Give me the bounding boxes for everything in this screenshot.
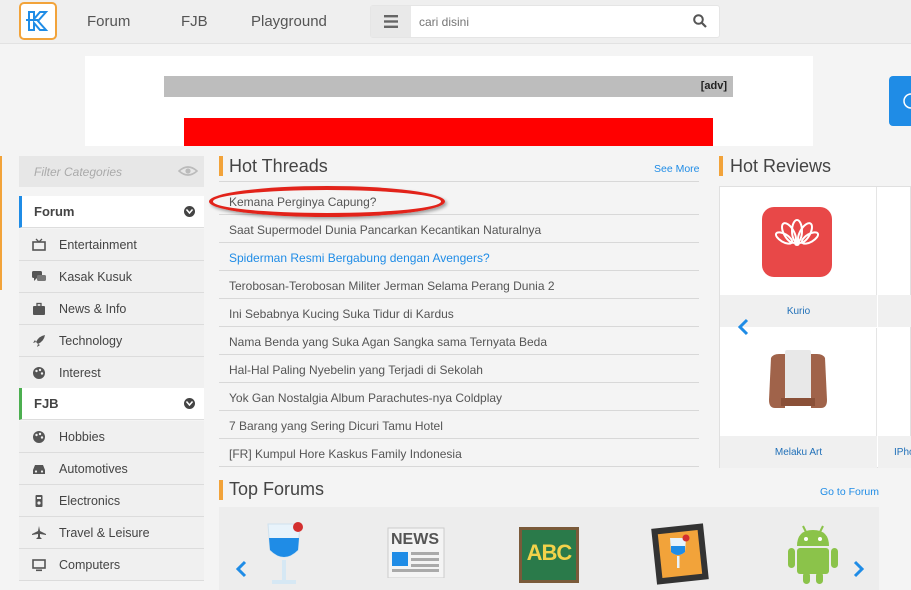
search-bar xyxy=(370,5,720,38)
thread-item[interactable]: Ini Sebabnya Kucing Suka Tidur di Kardus xyxy=(219,299,699,327)
section-accent xyxy=(719,156,723,176)
search-input[interactable] xyxy=(419,13,679,30)
sidebar-item-automotives[interactable]: Automotives xyxy=(19,453,204,485)
kaskus-k-icon xyxy=(26,11,49,31)
red-highlight-circle xyxy=(209,186,445,217)
edit-icon xyxy=(903,93,911,109)
see-more-link[interactable]: See More xyxy=(654,163,700,175)
kurio-fan-icon xyxy=(774,219,820,246)
sidebar-item-kasak-kusuk[interactable]: Kasak Kusuk xyxy=(19,261,204,293)
eye-icon[interactable] xyxy=(178,165,198,177)
thread-item[interactable]: 7 Barang yang Sering Dicuri Tamu Hotel xyxy=(219,411,699,439)
review-name-partial-empty xyxy=(878,295,911,327)
section-accent xyxy=(219,156,223,176)
chat-icon xyxy=(32,271,46,281)
kurio-logo: KURIO xyxy=(762,207,886,277)
floating-side-button[interactable] xyxy=(889,76,911,126)
category-group-title: FJB xyxy=(34,396,59,411)
chevron-down-icon[interactable] xyxy=(184,398,195,409)
section-accent xyxy=(219,480,223,500)
news-icon-text: NEWS xyxy=(391,531,439,548)
thread-item[interactable]: Terobosan-Terobosan Militer Jerman Selam… xyxy=(219,271,699,299)
device-icon xyxy=(35,495,43,507)
wooden-stand-icon xyxy=(769,350,827,408)
nav-playground-link[interactable]: Playground xyxy=(251,13,327,30)
reviews-prev-arrow-icon[interactable] xyxy=(737,318,749,336)
search-icon[interactable] xyxy=(693,14,707,28)
wine-glass-icon[interactable] xyxy=(262,520,312,590)
abc-board-icon[interactable]: ABC xyxy=(519,527,579,583)
sidebar-item-hobbies[interactable]: Hobbies xyxy=(19,421,204,453)
nav-forum-link[interactable]: Forum xyxy=(87,13,130,30)
filter-placeholder: Filter Categories xyxy=(34,165,123,179)
sidebar-item-news-info[interactable]: News & Info xyxy=(19,293,204,325)
ad-label-bar: [adv] xyxy=(164,76,733,97)
ad-banner[interactable] xyxy=(184,118,713,146)
ad-label: [adv] xyxy=(700,80,727,92)
chevron-down-icon[interactable] xyxy=(184,206,195,217)
tv-icon xyxy=(32,238,46,251)
go-to-forum-link[interactable]: Go to Forum xyxy=(820,486,879,498)
plane-icon xyxy=(32,526,46,539)
category-group-forum[interactable]: Forum xyxy=(19,196,204,228)
briefcase-icon xyxy=(33,302,45,315)
sidebar-item-technology[interactable]: Technology xyxy=(19,325,204,357)
sidebar-item-computers[interactable]: Computers xyxy=(19,549,204,581)
category-group-title: Forum xyxy=(34,204,75,219)
review-name-partial[interactable]: IPho xyxy=(878,436,911,468)
nav-fjb-link[interactable]: FJB xyxy=(181,13,208,30)
rocket-icon xyxy=(33,335,45,347)
forums-next-arrow-icon[interactable] xyxy=(853,560,865,578)
thread-item[interactable]: [FR] Kumpul Hore Kaskus Family Indonesia xyxy=(219,439,699,467)
divider xyxy=(219,181,699,182)
thread-item[interactable]: Hal-Hal Paling Nyebelin yang Terjadi di … xyxy=(219,355,699,383)
news-icon[interactable]: NEWS xyxy=(386,526,446,578)
left-accent-bar xyxy=(0,156,2,290)
review-card-melaku-art[interactable] xyxy=(720,328,877,436)
review-card-kurio[interactable]: KURIO xyxy=(720,187,886,295)
abc-board-text: ABC xyxy=(526,540,573,565)
forums-prev-arrow-icon[interactable] xyxy=(235,560,247,578)
category-group-fjb[interactable]: FJB xyxy=(19,388,204,420)
kurio-logo-text: KURIO xyxy=(846,257,888,269)
hot-reviews-title: Hot Reviews xyxy=(730,156,832,176)
monitor-icon xyxy=(32,559,46,572)
palette-icon xyxy=(33,431,45,443)
picture-frame-icon[interactable] xyxy=(648,522,712,586)
sidebar-item-electronics[interactable]: Electronics xyxy=(19,485,204,517)
car-icon xyxy=(33,465,45,474)
menu-icon[interactable] xyxy=(371,6,411,37)
kaskus-logo[interactable] xyxy=(19,2,57,40)
palette-icon xyxy=(33,367,45,379)
sidebar-item-entertainment[interactable]: Entertainment xyxy=(19,229,204,261)
thread-item[interactable]: Spiderman Resmi Bergabung dengan Avenger… xyxy=(219,243,699,271)
top-navbar: Forum FJB Playground xyxy=(0,0,911,44)
sidebar-item-interest[interactable]: Interest xyxy=(19,357,204,389)
sidebar-item-travel-leisure[interactable]: Travel & Leisure xyxy=(19,517,204,549)
hot-threads-title: Hot Threads xyxy=(229,156,328,176)
android-icon[interactable] xyxy=(785,522,841,586)
filter-categories[interactable]: Filter Categories xyxy=(19,156,204,187)
thread-item[interactable]: Yok Gan Nostalgia Album Parachutes-nya C… xyxy=(219,383,699,411)
thread-item[interactable]: Saat Supermodel Dunia Pancarkan Kecantik… xyxy=(219,215,699,243)
review-name-melaku-art[interactable]: Melaku Art xyxy=(720,436,877,468)
top-forums-title: Top Forums xyxy=(229,479,325,499)
thread-item[interactable]: Nama Benda yang Suka Agan Sangka sama Te… xyxy=(219,327,699,355)
